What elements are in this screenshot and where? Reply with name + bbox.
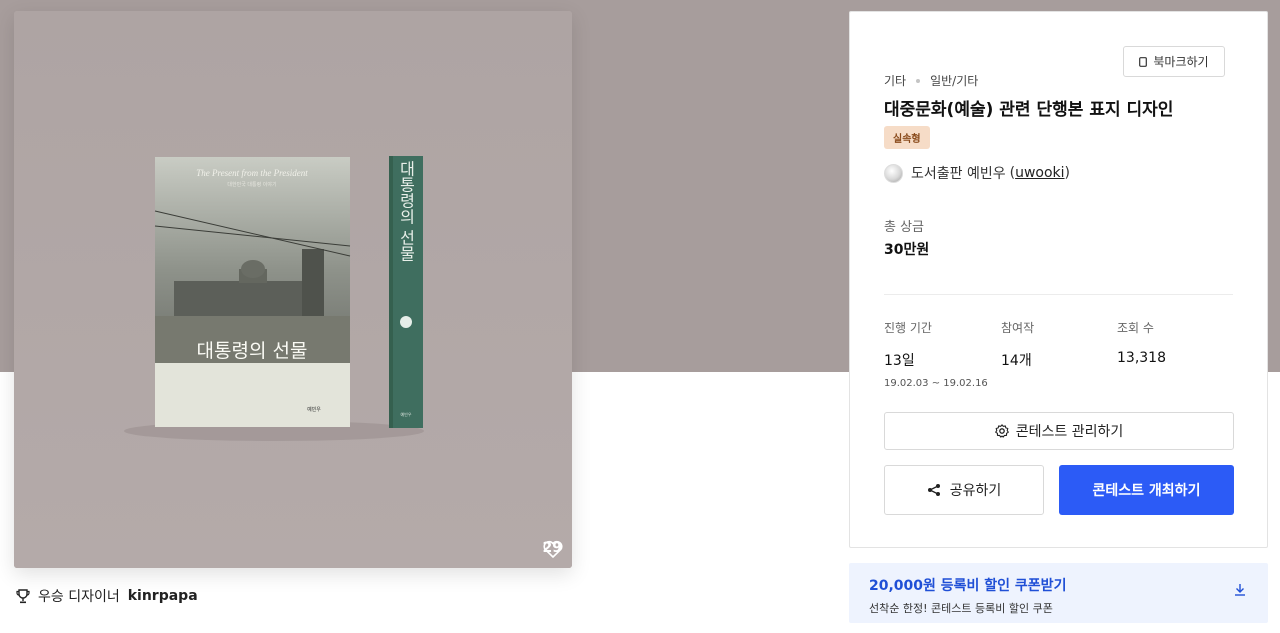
stat-duration: 진행 기간 13일 19.02.03 ~ 19.02.16 xyxy=(884,319,988,389)
winner-info: 우승 디자이너 kinrpapa xyxy=(16,586,198,606)
winning-artwork-image[interactable]: The Present from the President 대한민국 대통령 … xyxy=(14,11,572,568)
winner-name[interactable]: kinrpapa xyxy=(128,588,198,604)
gear-icon xyxy=(994,424,1009,438)
plan-badge: 실속형 xyxy=(884,126,930,149)
share-icon xyxy=(927,484,940,496)
open-contest-label: 콘테스트 개최하기 xyxy=(1092,483,1201,499)
prize-value: 30만원 xyxy=(884,242,930,258)
breadcrumb-subcategory[interactable]: 일반/기타 xyxy=(930,72,978,89)
stat-date-range: 19.02.03 ~ 19.02.16 xyxy=(884,378,988,389)
coupon-banner[interactable]: 20,000원 등록비 할인 쿠폰받기 선착순 한정! 콘테스트 등록비 할인 … xyxy=(849,563,1268,623)
book-english-title: The Present from the President xyxy=(196,168,308,178)
bookmark-label: 북마크하기 xyxy=(1153,55,1209,69)
coupon-subtitle: 선착순 한정! 콘테스트 등록비 할인 쿠폰 xyxy=(869,602,1053,615)
book-mockup-illustration: The Present from the President 대한민국 대통령 … xyxy=(14,11,572,568)
divider xyxy=(884,294,1233,295)
stat-entries: 참여작 14개 xyxy=(1001,319,1034,370)
like-counter[interactable]: 29 xyxy=(542,540,563,558)
stat-label: 진행 기간 xyxy=(884,321,932,335)
stat-value: 13일 xyxy=(884,353,915,369)
host-handle-link[interactable]: uwooki xyxy=(1015,165,1064,181)
book-spine: 대통령의 선물 예빈우 xyxy=(389,156,423,428)
book-front-cover: The Present from the President 대한민국 대통령 … xyxy=(154,157,351,427)
contest-info-panel: 기타 일반/기타 북마크하기 대중문화(예술) 관련 단행본 표지 디자인 실속… xyxy=(849,11,1268,548)
bookmark-icon xyxy=(1139,56,1148,67)
book-korean-title: 대통령의 선물 xyxy=(197,340,308,362)
manage-contest-button[interactable]: 콘테스트 관리하기 xyxy=(884,412,1234,450)
stat-value: 13,318 xyxy=(1117,350,1166,366)
heart-icon xyxy=(542,540,563,558)
breadcrumb-category[interactable]: 기타 xyxy=(884,72,906,89)
contest-title: 대중문화(예술) 관련 단행본 표지 디자인 xyxy=(884,100,1174,120)
bookmark-button[interactable]: 북마크하기 xyxy=(1123,46,1225,77)
breadcrumb: 기타 일반/기타 xyxy=(884,72,978,89)
stat-label: 참여작 xyxy=(1001,321,1035,335)
host-avatar[interactable] xyxy=(884,163,903,183)
coupon-title: 20,000원 등록비 할인 쿠폰받기 xyxy=(869,578,1067,594)
manage-contest-label: 콘테스트 관리하기 xyxy=(1015,424,1124,440)
winner-prefix: 우승 디자이너 xyxy=(38,589,120,605)
stat-label: 조회 수 xyxy=(1117,321,1154,335)
prize-label: 총 상금 xyxy=(884,220,925,235)
share-label: 공유하기 xyxy=(949,483,1002,499)
host-info: 도서출판 예빈우 (uwooki) xyxy=(884,163,1070,183)
book-publisher-mark: 예빈우 xyxy=(307,406,321,413)
share-button[interactable]: 공유하기 xyxy=(884,465,1044,515)
stat-views: 조회 수 13,318 xyxy=(1117,319,1166,366)
spine-title: 대통령의 선물 xyxy=(397,160,416,261)
open-contest-button[interactable]: 콘테스트 개최하기 xyxy=(1059,465,1234,515)
stat-value: 14개 xyxy=(1001,353,1032,369)
download-icon[interactable] xyxy=(1234,583,1246,596)
spine-publisher-mark: 예빈우 xyxy=(400,411,411,417)
breadcrumb-separator xyxy=(916,78,921,83)
book-subtitle-line: 대한민국 대통령 이야기 xyxy=(227,181,276,188)
host-name: 도서출판 예빈우 xyxy=(911,166,1006,182)
trophy-icon xyxy=(16,588,30,603)
